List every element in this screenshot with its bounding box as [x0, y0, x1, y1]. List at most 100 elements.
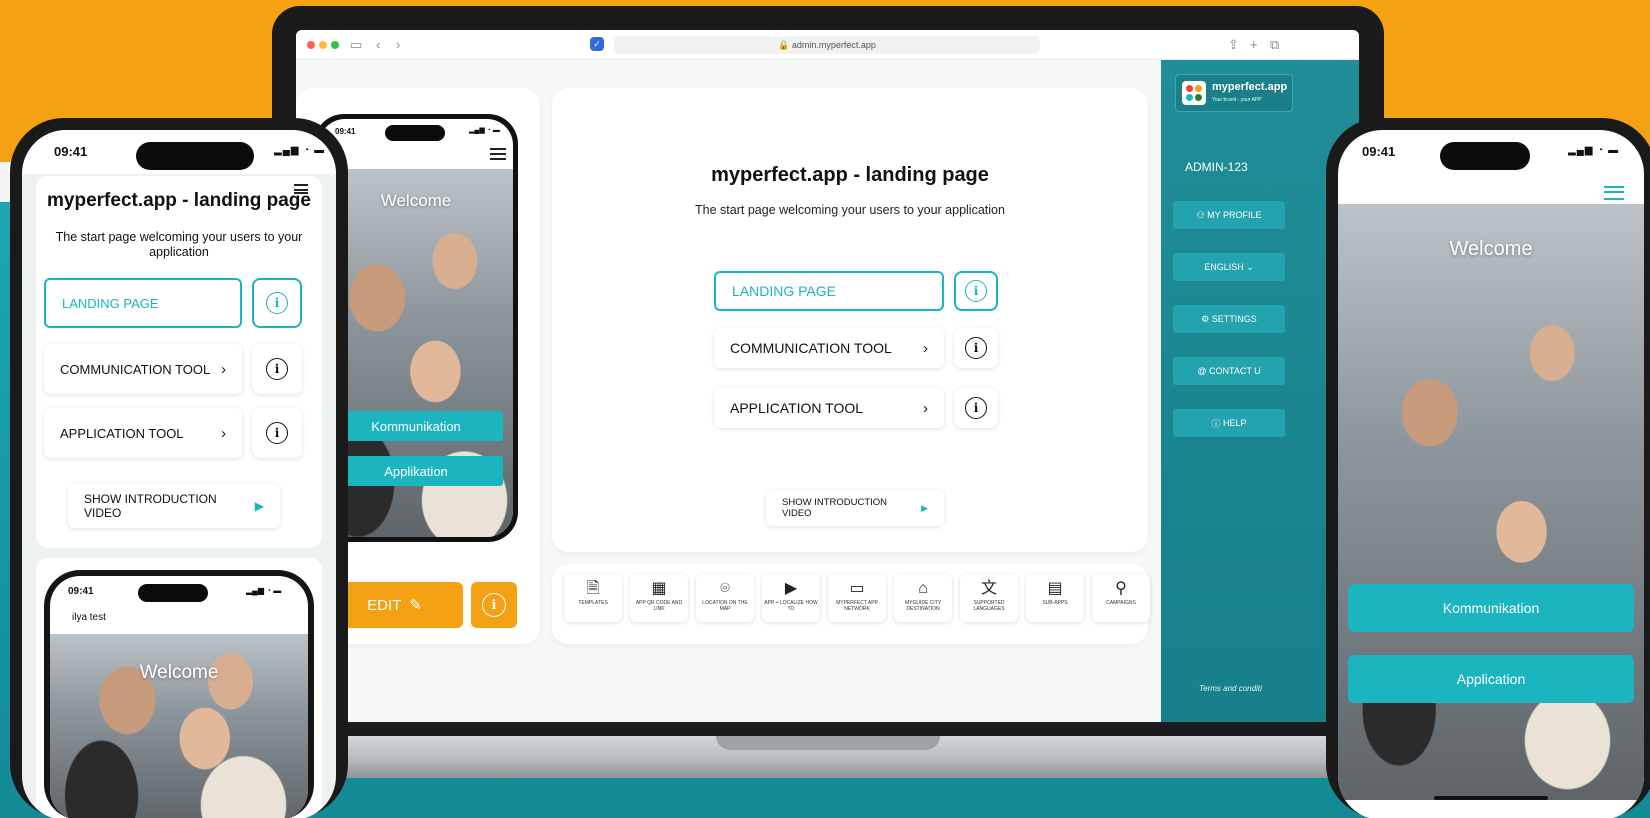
show-video-label: SHOW INTRODUCTION VIDEO [84, 492, 217, 520]
tool-label: SUPPORTED LANGUAGES [973, 600, 1005, 612]
chevron-down-icon: ⌄ [1243, 261, 1254, 272]
sidebar-toggle-icon[interactable]: ▭ [350, 37, 362, 53]
contact-label: CONTACT U [1208, 366, 1261, 376]
tabs-overview-icon[interactable]: ⧉ [1270, 37, 1279, 53]
application-tool-button[interactable]: APPLICATION TOOL › [714, 388, 944, 428]
qr-code-icon: ▦ [651, 580, 667, 597]
forward-icon[interactable]: › [396, 37, 400, 53]
tool-templates[interactable]: 🗎 TEMPLATES [564, 574, 622, 622]
tool-location-on-the-map[interactable]: ⌾ LOCATION ON THE MAP [696, 574, 754, 622]
communication-info-button[interactable]: i [252, 344, 302, 394]
document-icon: 🗎 [586, 580, 600, 597]
welcome-text: Welcome [380, 191, 452, 210]
language-label: ENGLISH [1204, 262, 1244, 272]
account-id: ADMIN-123 [1185, 160, 1248, 174]
application-tool-label: APPLICATION TOOL [730, 400, 864, 416]
application-info-button[interactable]: i [252, 408, 302, 458]
info-icon: i [482, 593, 506, 617]
landing-page-label: LANDING PAGE [62, 295, 159, 311]
campaign-icon: ⚲ [1115, 580, 1127, 597]
page-subtitle: The start page welcoming your users to y… [55, 230, 303, 259]
new-tab-icon[interactable]: + [1250, 37, 1258, 53]
communication-tool-button[interactable]: COMMUNICATION TOOL › [44, 344, 242, 394]
brand-logo[interactable]: myperfect.app Your brand - your APP [1175, 74, 1293, 112]
info-icon: i [965, 337, 987, 359]
preview-phone-screen: 09:41 ▂▄▆ ◔ ▬ Welcome Kommunikation Appl… [319, 119, 513, 537]
tool-label: MYPERFECT APP NETWORK [836, 600, 878, 612]
shield-icon: ✓ [590, 37, 604, 51]
tool-myperfect-app-network[interactable]: ▭ MYPERFECT APP NETWORK [828, 574, 886, 622]
contact-button[interactable]: @ CONTACT U [1173, 357, 1285, 385]
landing-card: myperfect.app - landing page The start p… [36, 176, 322, 548]
translate-icon: 文 [980, 580, 997, 597]
tool-label: LOCATION ON THE MAP [702, 600, 748, 612]
landing-info-button[interactable]: i [252, 278, 302, 328]
signal-icons: ▂▄▆ ◔ ▬ [274, 145, 326, 156]
kommunikation-button[interactable]: Kommunikation [329, 411, 503, 441]
tool-sub-apps[interactable]: ▤ SUB-APPS [1026, 574, 1084, 622]
tool-campaigns[interactable]: ⚲ CAMPAIGNS [1092, 574, 1150, 622]
signal-icons: ▂▄▆ ◔ ▬ [469, 127, 500, 134]
landing-page-button[interactable]: LANDING PAGE [714, 271, 944, 311]
landing-info-button[interactable]: i [954, 271, 998, 311]
help-label: HELP [1223, 418, 1247, 428]
tool-label: MYGUIDE CITY DESTINATION [904, 600, 942, 612]
help-icon: ⓘ [1211, 418, 1223, 429]
chevron-right-icon: › [221, 424, 226, 442]
status-time: 09:41 [54, 144, 88, 159]
landing-page-label: LANDING PAGE [732, 283, 836, 299]
communication-tool-button[interactable]: COMMUNICATION TOOL › [714, 328, 944, 368]
info-icon: i [266, 358, 288, 380]
play-icon: ▶ [254, 499, 264, 513]
minimize-window-dot[interactable] [319, 41, 327, 49]
left-phone-screen: 09:41 ▂▄▆ ◔ ▬ myperfect.app - landing pa… [22, 130, 336, 818]
communication-tool-label: COMMUNICATION TOOL [60, 361, 211, 377]
tool-label: APP + LOCALIZE HOW TO [764, 600, 818, 612]
laptop-bezel [296, 722, 1359, 736]
menu-icon[interactable] [1604, 186, 1624, 200]
pencil-icon: ✎ [409, 597, 422, 614]
landing-page-card: myperfect.app - landing page The start p… [552, 88, 1148, 552]
logo-text: myperfect.app [1212, 81, 1288, 93]
show-video-button[interactable]: SHOW INTRODUCTION VIDEO ▶ [68, 484, 280, 528]
url-text: admin.myperfect.app [791, 40, 876, 50]
info-icon: i [266, 292, 288, 314]
application-button[interactable]: Application [1348, 655, 1634, 703]
tool-myguide-city-destination[interactable]: ⌂ MYGUIDE CITY DESTINATION [894, 574, 952, 622]
landing-page-button[interactable]: LANDING PAGE [44, 278, 242, 328]
applikation-button[interactable]: Applikation [329, 456, 503, 486]
layout-icon: ▤ [1047, 580, 1063, 597]
tool-supported-languages[interactable]: 文 SUPPORTED LANGUAGES [960, 574, 1018, 622]
back-icon[interactable]: ‹ [376, 37, 380, 53]
tool-app-localize-how-to[interactable]: ▶ APP + LOCALIZE HOW TO [762, 574, 820, 622]
address-bar[interactable]: 🔒 admin.myperfect.app [614, 36, 1040, 54]
dynamic-island [136, 142, 254, 170]
kommunikation-button[interactable]: Kommunikation [1348, 584, 1634, 632]
edit-info-button[interactable]: i [471, 582, 517, 628]
dynamic-island [1440, 142, 1530, 170]
language-select[interactable]: ENGLISH ⌄ [1173, 253, 1285, 281]
menu-icon[interactable] [490, 148, 506, 160]
chevron-right-icon: › [221, 360, 226, 378]
devices-icon: ▭ [849, 580, 865, 597]
share-icon[interactable]: ⇪ [1228, 37, 1239, 53]
close-window-dot[interactable] [307, 41, 315, 49]
my-profile-label: MY PROFILE [1207, 210, 1262, 220]
communication-info-button[interactable]: i [954, 328, 998, 368]
browser-toolbar: ▭ ‹ › ✓ 🔒 admin.myperfect.app ⇪ + ⧉ [296, 30, 1359, 60]
my-profile-button[interactable]: ⚇ MY PROFILE [1173, 201, 1285, 229]
welcome-photo: Welcome Kommunikation Application [1338, 204, 1644, 800]
settings-label: SETTINGS [1211, 314, 1257, 324]
tool-app-qr-code-and-link[interactable]: ▦ APP QR CODE AND LINK [630, 574, 688, 622]
terms-link[interactable]: Terms and conditi [1199, 684, 1262, 693]
application-info-button[interactable]: i [954, 388, 998, 428]
show-video-button[interactable]: SHOW INTRODUCTION VIDEO ▶ [766, 490, 944, 526]
application-tool-button[interactable]: APPLICATION TOOL › [44, 408, 242, 458]
info-icon: i [965, 397, 987, 419]
page-subtitle: The start page welcoming your users to y… [695, 203, 1005, 217]
maximize-window-dot[interactable] [331, 41, 339, 49]
mini-phone: 09:41 ▂▄▆ ◔ ▬ ilya test Welcome [44, 570, 314, 818]
chevron-right-icon: › [923, 399, 928, 417]
settings-button[interactable]: ⚙ SETTINGS [1173, 305, 1285, 333]
help-button[interactable]: ⓘ HELP [1173, 409, 1285, 437]
